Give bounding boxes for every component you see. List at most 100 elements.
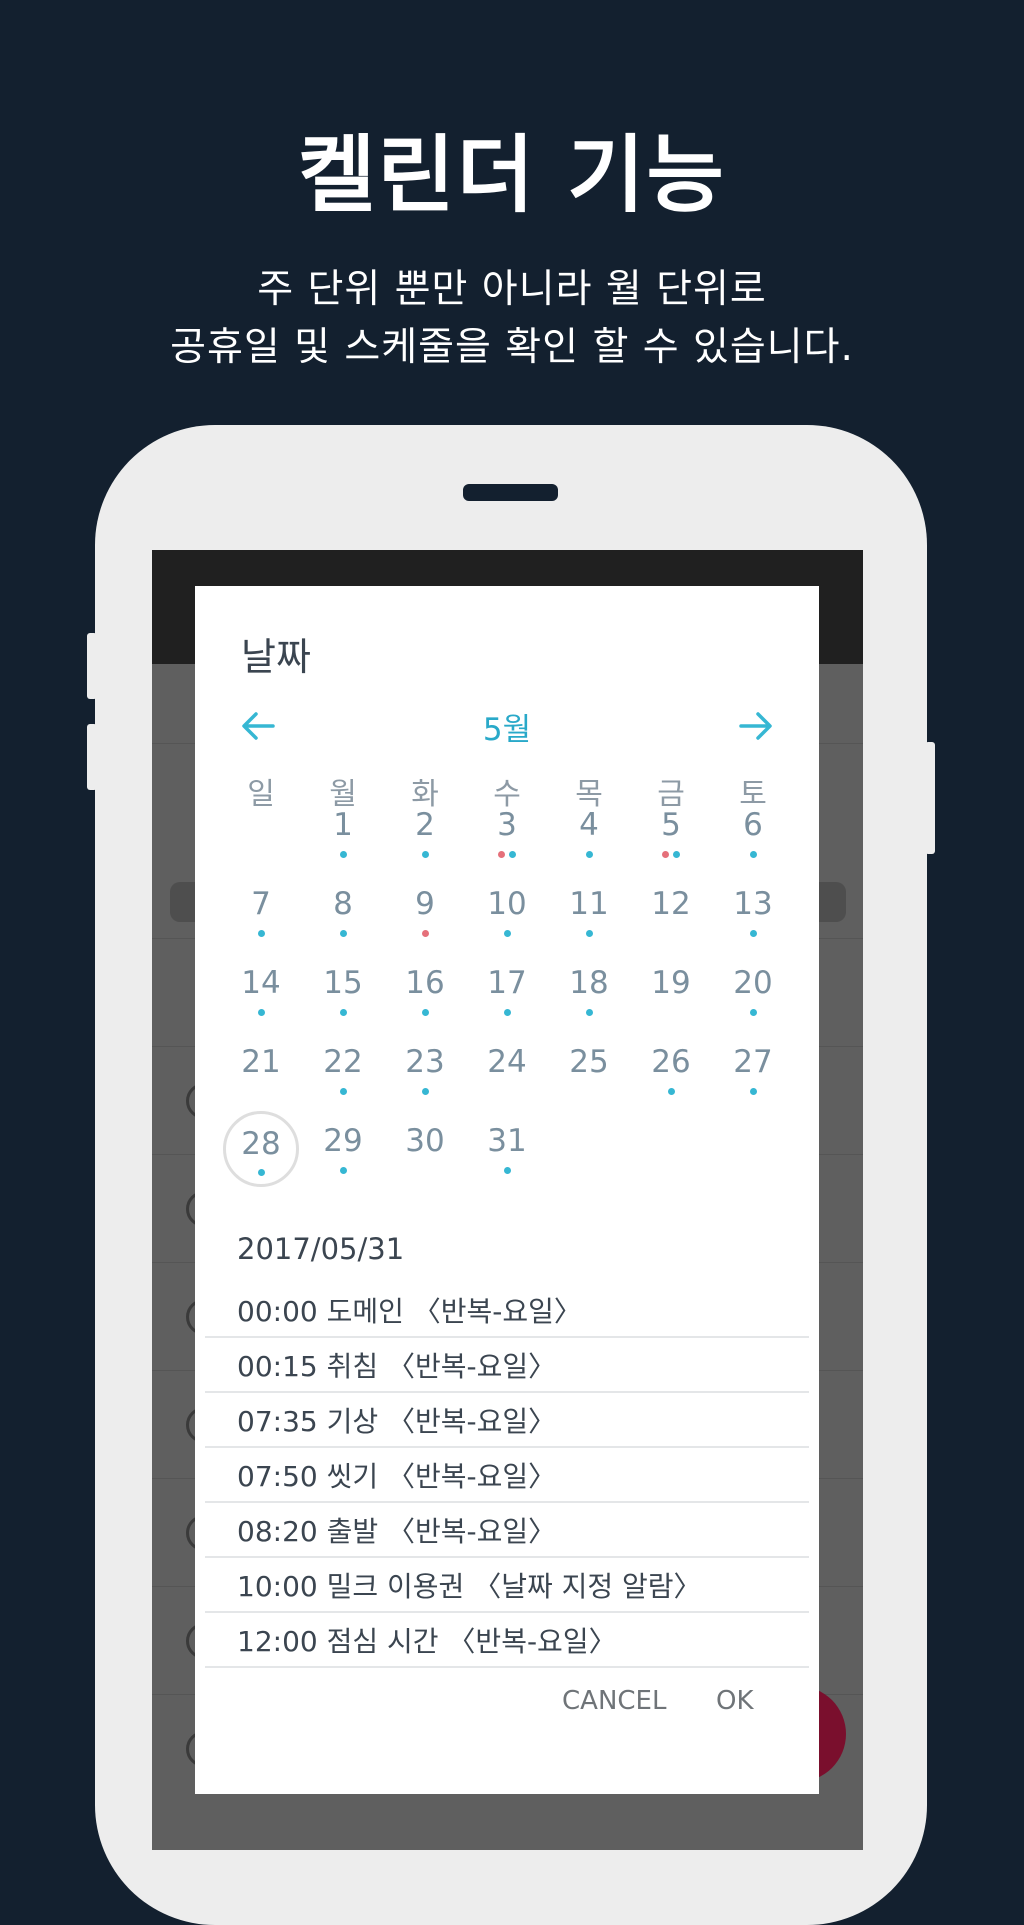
event-text: 10:00 밀크 이용권 〈날짜 지정 알람〉 <box>237 1570 702 1603</box>
day-number: 27 <box>733 1044 773 1080</box>
calendar-day[interactable]: 6 <box>718 799 788 869</box>
event-row[interactable]: 08:20 출발 〈반복-요일〉 <box>205 1502 809 1558</box>
arrow-right-icon <box>739 712 772 740</box>
event-row[interactable]: 07:50 씻기 〈반복-요일〉 <box>205 1447 809 1503</box>
day-number: 14 <box>241 965 281 1001</box>
schedule-dot <box>339 1167 347 1174</box>
schedule-dot <box>509 851 516 858</box>
day-number: 5 <box>661 807 681 843</box>
schedule-dot <box>673 851 680 858</box>
dialog-title: 날짜 <box>241 635 311 679</box>
calendar-day[interactable]: 19 <box>636 957 706 1027</box>
day-number: 31 <box>487 1123 527 1159</box>
event-text: 12:00 점심 시간 〈반복-요일〉 <box>237 1625 617 1658</box>
event-text: 00:00 도메인 〈반복-요일〉 <box>237 1295 582 1328</box>
event-row[interactable]: 10:00 밀크 이용권 〈날짜 지정 알람〉 <box>205 1557 809 1613</box>
page-subtitle-line-1: 주 단위 뿐만 아니라 월 단위로 <box>257 267 767 312</box>
calendar-day[interactable]: 29 <box>308 1115 378 1185</box>
day-number: 16 <box>405 965 445 1001</box>
calendar-day[interactable]: 12 <box>636 878 706 948</box>
day-number: 25 <box>569 1044 609 1080</box>
page-subtitle-line-2: 공휴일 및 스케줄을 확인 할 수 있습니다. <box>170 325 854 370</box>
event-row[interactable]: 00:00 도메인 〈반복-요일〉 <box>205 1282 809 1338</box>
day-number: 15 <box>323 965 363 1001</box>
calendar-day[interactable]: 9 <box>390 878 460 948</box>
event-text: 07:50 씻기 〈반복-요일〉 <box>237 1460 557 1493</box>
ok-button[interactable]: OK <box>716 1686 754 1716</box>
calendar-day[interactable]: 11 <box>554 878 624 948</box>
schedule-dot <box>585 1009 593 1016</box>
day-number: 12 <box>651 886 691 922</box>
day-number: 6 <box>743 807 763 843</box>
calendar-day[interactable]: 16 <box>390 957 460 1027</box>
calendar-day[interactable]: 10 <box>472 878 542 948</box>
date-picker-dialog: 날짜 5월 일월화수목금토 1 2 3 4 5 6 7 8 9 10 11 12 13 14 15 16 17 1… <box>195 586 819 1794</box>
day-number: 4 <box>579 807 599 843</box>
phone-speaker <box>463 484 558 501</box>
calendar-day[interactable]: 25 <box>554 1036 624 1106</box>
event-text: 00:15 취침 〈반복-요일〉 <box>237 1350 557 1383</box>
next-month-button[interactable] <box>735 706 775 746</box>
calendar-day[interactable]: 22 <box>308 1036 378 1106</box>
schedule-dot <box>749 930 757 937</box>
event-row[interactable]: 00:15 취침 〈반복-요일〉 <box>205 1337 809 1393</box>
event-text: 07:35 기상 〈반복-요일〉 <box>237 1405 557 1438</box>
schedule-dot <box>749 1088 757 1095</box>
weekday-label: 일 <box>247 777 275 812</box>
day-number: 9 <box>415 886 435 922</box>
calendar-day[interactable]: 7 <box>226 878 296 948</box>
schedule-dot <box>339 930 347 937</box>
month-label: 5월 <box>482 712 532 748</box>
day-number: 18 <box>569 965 609 1001</box>
schedule-dot <box>503 1167 511 1174</box>
day-number: 24 <box>487 1044 527 1080</box>
event-row[interactable]: 07:35 기상 〈반복-요일〉 <box>205 1392 809 1448</box>
selected-date-label: 2017/05/31 <box>237 1232 405 1266</box>
calendar-day[interactable]: 17 <box>472 957 542 1027</box>
day-number: 8 <box>333 886 353 922</box>
calendar-day[interactable]: 14 <box>226 957 296 1027</box>
day-number: 11 <box>569 886 609 922</box>
calendar-day-selected[interactable]: 28 <box>223 1111 299 1187</box>
schedule-dot <box>421 851 429 858</box>
day-number: 22 <box>323 1044 363 1080</box>
calendar-day[interactable]: 8 <box>308 878 378 948</box>
calendar-day[interactable]: 20 <box>718 957 788 1027</box>
calendar-day[interactable]: 4 <box>554 799 624 869</box>
day-number: 30 <box>405 1123 445 1159</box>
calendar-day[interactable]: 1 <box>308 799 378 869</box>
schedule-dot <box>503 1009 511 1016</box>
calendar-day[interactable]: 3 <box>472 799 542 869</box>
cancel-button[interactable]: CANCEL <box>562 1686 666 1716</box>
calendar-day[interactable]: 13 <box>718 878 788 948</box>
calendar-day[interactable]: 5 <box>636 799 706 869</box>
calendar-day[interactable]: 15 <box>308 957 378 1027</box>
schedule-dot <box>257 930 265 937</box>
phone-power-button <box>925 742 935 854</box>
calendar-day[interactable]: 31 <box>472 1115 542 1185</box>
calendar-day[interactable]: 23 <box>390 1036 460 1106</box>
event-row[interactable]: 12:00 점심 시간 〈반복-요일〉 <box>205 1612 809 1668</box>
schedule-dot <box>585 930 593 937</box>
schedule-dot <box>421 1088 429 1095</box>
calendar-day[interactable]: 21 <box>226 1036 296 1106</box>
day-number: 21 <box>241 1044 281 1080</box>
calendar-day[interactable]: 26 <box>636 1036 706 1106</box>
calendar-day[interactable]: 30 <box>390 1115 460 1185</box>
phone-volume-up <box>87 633 97 699</box>
holiday-dot <box>421 930 429 937</box>
day-number: 10 <box>487 886 527 922</box>
calendar-day[interactable]: 18 <box>554 957 624 1027</box>
calendar-day[interactable]: 27 <box>718 1036 788 1106</box>
day-number: 2 <box>415 807 435 843</box>
schedule-dot <box>503 930 511 937</box>
event-text: 08:20 출발 〈반복-요일〉 <box>237 1515 557 1548</box>
calendar-day[interactable]: 2 <box>390 799 460 869</box>
day-number: 29 <box>323 1123 363 1159</box>
schedule-dot <box>257 1169 265 1176</box>
day-number: 19 <box>651 965 691 1001</box>
page-headline: 켈린더 기능 <box>298 126 726 224</box>
schedule-dot <box>339 1009 347 1016</box>
calendar-day[interactable]: 24 <box>472 1036 542 1106</box>
day-number: 3 <box>497 807 517 843</box>
